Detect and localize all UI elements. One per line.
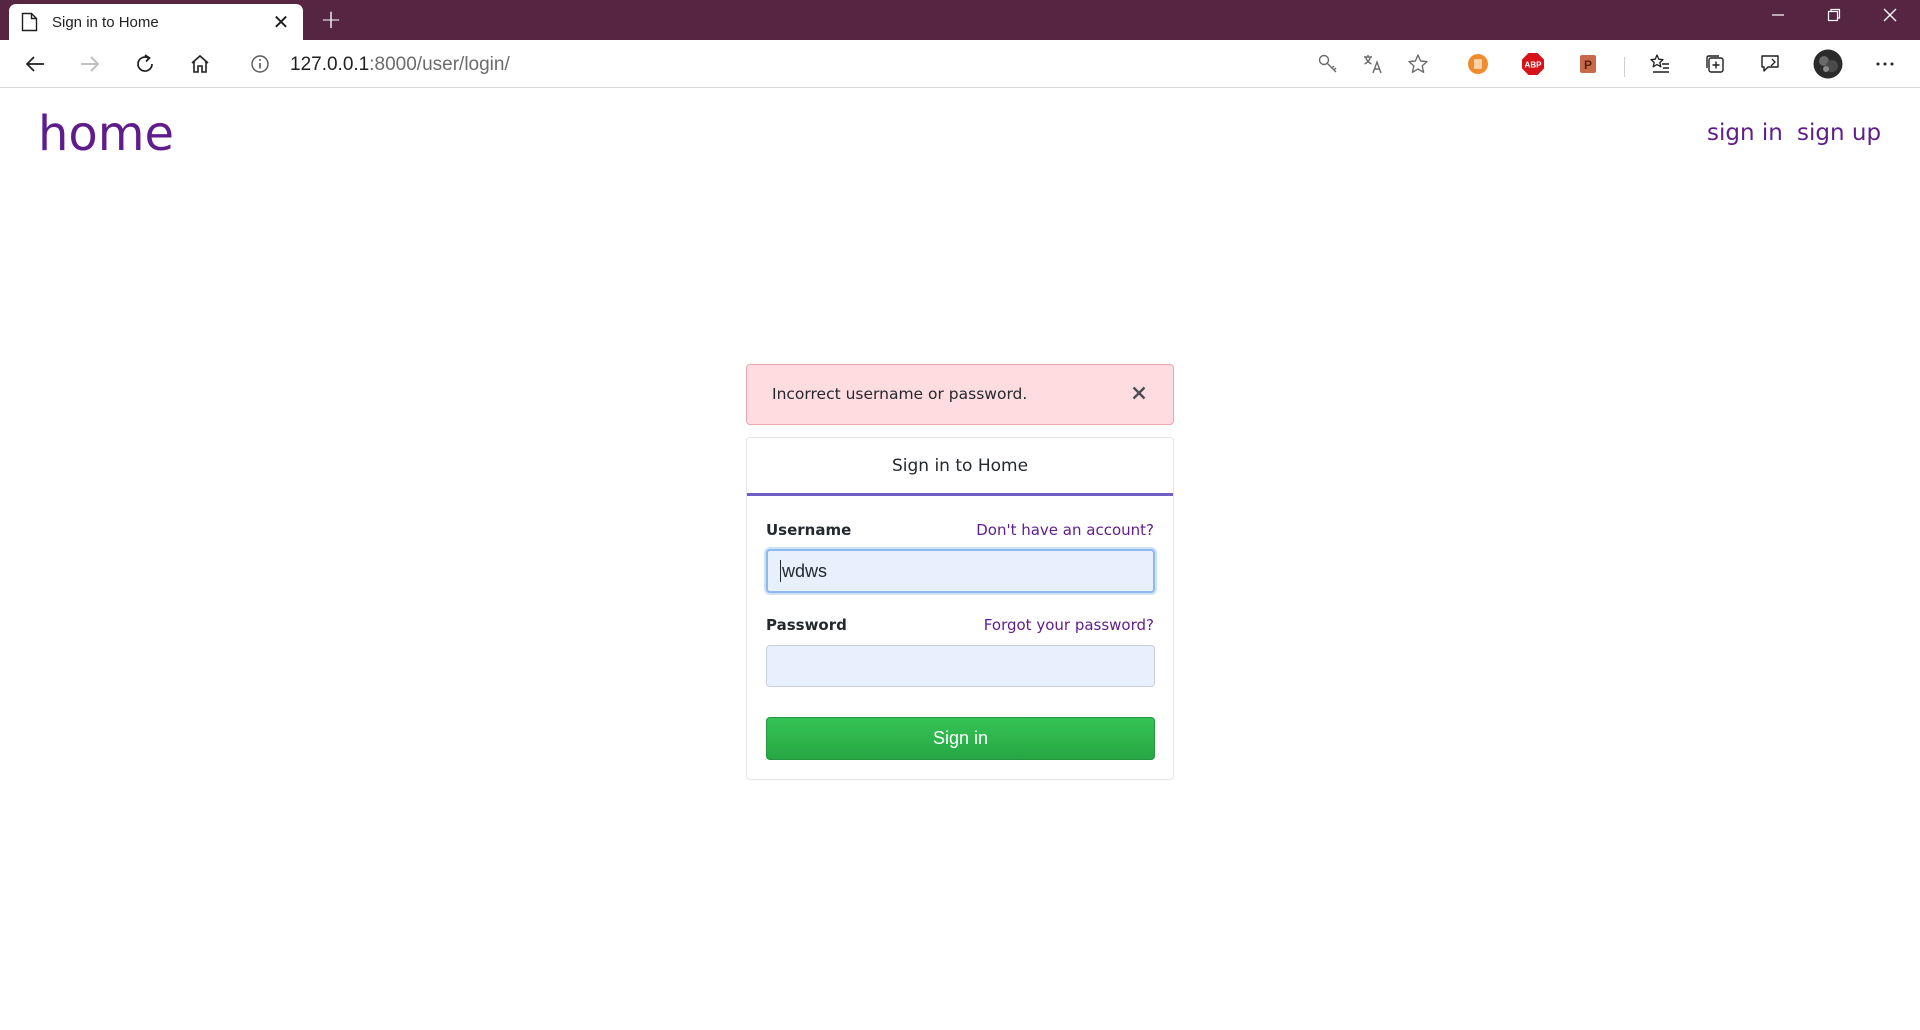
favorites-button[interactable] (1644, 48, 1676, 80)
p-extension-icon: P (1580, 55, 1596, 73)
toolbar-separator (1624, 57, 1625, 77)
sign-in-button[interactable]: Sign in (766, 717, 1155, 760)
feedback-icon (1761, 55, 1779, 72)
key-button[interactable] (1312, 48, 1344, 80)
password-input[interactable] (766, 645, 1155, 687)
address-bar[interactable]: 127.0.0.1:8000/user/login/ (236, 45, 1444, 83)
key-icon (1318, 54, 1337, 73)
refresh-icon (137, 54, 153, 72)
orange-extension-icon (1468, 54, 1488, 74)
new-tab-button[interactable]: + (318, 7, 344, 33)
password-label: Password (766, 616, 847, 634)
page-icon (21, 12, 38, 32)
forward-arrow-icon (81, 56, 100, 72)
profile-button[interactable] (1812, 48, 1844, 80)
translate-button[interactable] (1357, 48, 1389, 80)
signup-link[interactable]: Don't have an account? (976, 521, 1154, 539)
tab-title: Sign in to Home (52, 13, 159, 31)
adblock-button[interactable]: ABP (1517, 48, 1549, 80)
error-alert: Incorrect username or password. (746, 364, 1174, 425)
favorite-button[interactable] (1402, 48, 1434, 80)
browser-toolbar: 127.0.0.1:8000/user/login/ ABP P (0, 40, 1920, 88)
close-window-icon (1883, 8, 1897, 22)
extension-orange-button[interactable] (1462, 48, 1494, 80)
more-dots-icon (1876, 62, 1894, 66)
minimize-icon (1772, 14, 1784, 16)
translate-icon (1364, 55, 1382, 74)
refresh-button[interactable] (129, 48, 161, 80)
nav-sign-up-link[interactable]: sign up (1797, 118, 1881, 148)
browser-title-bar: Sign in to Home ✕ + (0, 0, 1920, 40)
restore-icon (1827, 8, 1841, 22)
url-text[interactable]: 127.0.0.1:8000/user/login/ (290, 54, 510, 76)
home-button[interactable] (184, 48, 216, 80)
settings-more-button[interactable] (1869, 48, 1901, 80)
login-title: Sign in to Home (891, 455, 1029, 476)
username-value: wdws (782, 560, 828, 581)
login-card: Sign in to Home Username Don't have an a… (746, 437, 1174, 780)
alert-message: Incorrect username or password. (772, 385, 1028, 403)
url-path: :8000/user/login/ (369, 54, 510, 75)
username-input[interactable]: wdws (766, 549, 1155, 593)
forward-button[interactable] (74, 48, 106, 80)
close-icon[interactable] (1129, 383, 1149, 403)
collections-button[interactable] (1699, 48, 1731, 80)
browser-tab[interactable]: Sign in to Home ✕ (9, 4, 303, 40)
adblock-icon: ABP (1522, 53, 1544, 75)
home-icon (191, 54, 209, 73)
site-logo[interactable]: home (38, 104, 174, 164)
star-icon (1408, 54, 1428, 73)
svg-text:ABP: ABP (1525, 61, 1543, 70)
site-info-icon[interactable] (250, 54, 270, 74)
login-card-header: Sign in to Home (747, 438, 1173, 496)
back-arrow-icon (25, 56, 44, 72)
favorites-list-icon (1650, 54, 1669, 73)
tab-close-icon[interactable]: ✕ (271, 12, 291, 32)
feedback-button[interactable] (1754, 48, 1786, 80)
close-window-button[interactable] (1862, 0, 1918, 30)
url-host: 127.0.0.1 (290, 54, 370, 75)
forgot-password-link[interactable]: Forgot your password? (984, 616, 1154, 634)
username-label: Username (766, 521, 852, 539)
back-button[interactable] (19, 48, 51, 80)
extension-p-button[interactable]: P (1572, 48, 1604, 80)
svg-text:P: P (1584, 58, 1592, 72)
nav-sign-in-link[interactable]: sign in (1707, 118, 1783, 148)
avatar (1813, 49, 1843, 79)
minimize-button[interactable] (1750, 0, 1806, 30)
collections-icon (1706, 55, 1724, 73)
restore-button[interactable] (1806, 0, 1862, 30)
text-caret (780, 560, 781, 582)
